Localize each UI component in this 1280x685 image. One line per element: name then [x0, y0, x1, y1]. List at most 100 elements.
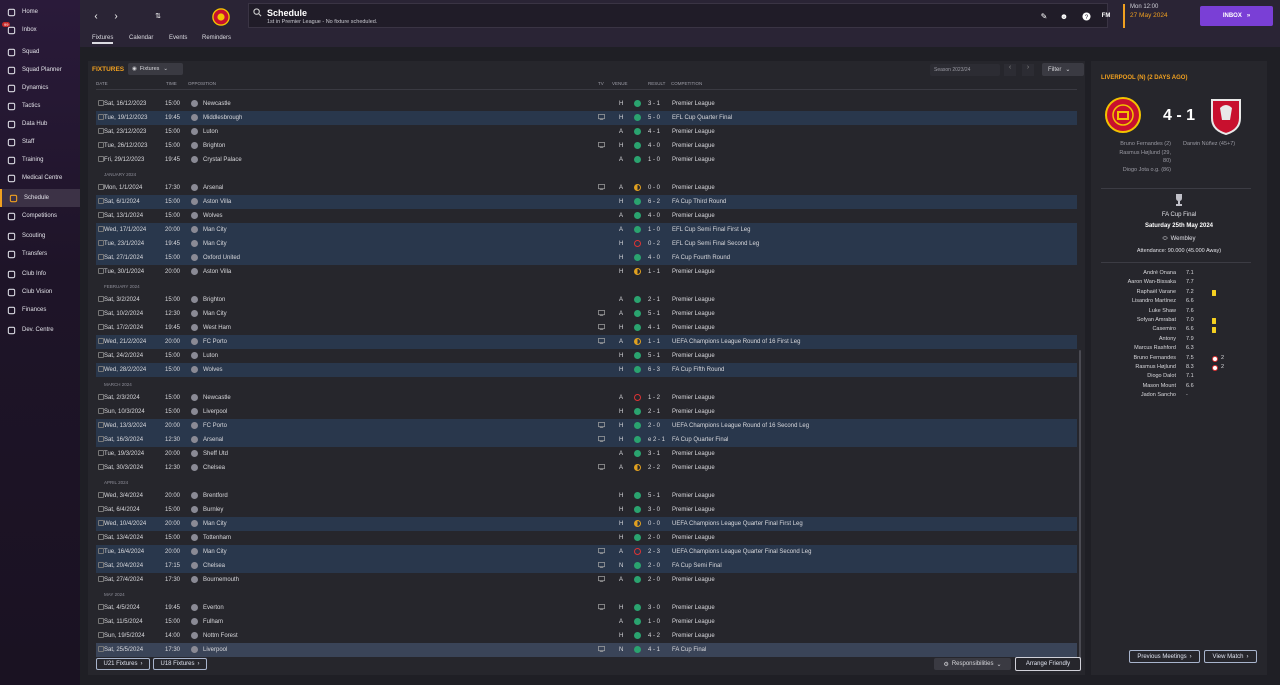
fixture-opponent[interactable]: Man City	[203, 241, 227, 247]
fixture-opponent[interactable]: Wolves	[203, 213, 223, 219]
fixture-competition[interactable]: Premier League	[672, 325, 715, 331]
table-row[interactable]: Sat, 4/5/2024 19:45 Everton H 3 - 0 Premier L…	[96, 601, 1077, 615]
sidebar-item-dev-centre[interactable]: Dev. Centre	[0, 321, 80, 339]
fixture-competition[interactable]: Premier League	[672, 395, 715, 401]
sidebar-item-training[interactable]: Training	[0, 151, 80, 169]
fixture-competition[interactable]: Premier League	[672, 619, 715, 625]
sidebar-item-dynamics[interactable]: Dynamics	[0, 79, 80, 97]
view-match-button[interactable]: View Match ›	[1204, 650, 1257, 663]
fixture-competition[interactable]: FA Cup Fourth Round	[672, 255, 730, 261]
player-rating-row[interactable]: Casemiro 6.6	[1091, 326, 1267, 335]
fixture-opponent[interactable]: Sheff Utd	[203, 451, 228, 457]
fixture-opponent[interactable]: Crystal Palace	[203, 157, 242, 163]
u21-fixtures-button[interactable]: U21 Fixtures ›	[96, 658, 150, 670]
table-row[interactable]: Tue, 19/12/2023 19:45 Middlesbrough H 5 - 0 E…	[96, 111, 1077, 125]
fixture-opponent[interactable]: Everton	[203, 605, 224, 611]
fixture-competition[interactable]: UEFA Champions League Quarter Final Seco…	[672, 549, 811, 555]
sidebar-item-data-hub[interactable]: Data Hub	[0, 115, 80, 133]
fixture-result[interactable]: 6 - 2	[648, 199, 660, 205]
fixture-competition[interactable]: FA Cup Third Round	[672, 199, 726, 205]
sidebar-item-inbox[interactable]: Inbox 99	[0, 21, 80, 39]
fixture-result[interactable]: 5 - 1	[648, 311, 660, 317]
table-row[interactable]: Tue, 16/4/2024 20:00 Man City A 2 - 3 UEFA Ch…	[96, 545, 1077, 559]
fm-menu-button[interactable]: FM	[1098, 8, 1114, 24]
crest-menu-icon[interactable]: ⇅	[150, 8, 166, 24]
table-row[interactable]: Sat, 6/1/2024 15:00 Aston Villa H 6 - 2 FA Cu…	[96, 195, 1077, 209]
fixture-competition[interactable]: FA Cup Fifth Round	[672, 367, 724, 373]
fixture-result[interactable]: 4 - 1	[648, 325, 660, 331]
table-row[interactable]: Wed, 17/1/2024 20:00 Man City A 1 - 0 EFL Cup…	[96, 223, 1077, 237]
fixture-competition[interactable]: FA Cup Semi Final	[672, 563, 722, 569]
player-rating-row[interactable]: Sofyan Amrabat 7.0	[1091, 317, 1267, 326]
fixture-opponent[interactable]: Middlesbrough	[203, 115, 242, 121]
date-widget[interactable]: Mon 12:00 27 May 2024	[1123, 4, 1195, 28]
fixtures-dropdown[interactable]: ◉ Fixtures ⌄	[128, 63, 183, 75]
table-row[interactable]: Sat, 6/4/2024 15:00 Burnley H 3 - 0 Premier L…	[96, 503, 1077, 517]
col-result[interactable]: RESULT	[648, 81, 665, 86]
fixture-opponent[interactable]: Luton	[203, 353, 218, 359]
fixture-competition[interactable]: Premier League	[672, 101, 715, 107]
previous-meetings-button[interactable]: Previous Meetings ›	[1129, 650, 1200, 663]
fixture-result[interactable]: 3 - 0	[648, 507, 660, 513]
fixture-competition[interactable]: Premier League	[672, 143, 715, 149]
sidebar-item-transfers[interactable]: Transfers	[0, 245, 80, 263]
fixture-result[interactable]: 2 - 0	[648, 535, 660, 541]
help-icon[interactable]: ?	[1078, 8, 1094, 24]
fixture-opponent[interactable]: West Ham	[203, 325, 231, 331]
fixture-competition[interactable]: UEFA Champions League Round of 16 First …	[672, 339, 800, 345]
fixture-opponent[interactable]: Aston Villa	[203, 199, 231, 205]
table-row[interactable]: Sun, 19/5/2024 14:00 Nottm Forest H 4 - 2 Pre…	[96, 629, 1077, 643]
fixture-competition[interactable]: Premier League	[672, 605, 715, 611]
table-row[interactable]: Sat, 3/2/2024 15:00 Brighton A 2 - 1 Premier …	[96, 293, 1077, 307]
col-tv[interactable]: TV	[598, 81, 604, 86]
fixture-result[interactable]: 0 - 2	[648, 241, 660, 247]
table-row[interactable]: Sat, 16/3/2024 12:30 Arsenal He 2 - 1 FA Cup…	[96, 433, 1077, 447]
fixture-competition[interactable]: EFL Cup Semi Final Second Leg	[672, 241, 759, 247]
table-row[interactable]: Fri, 29/12/2023 19:45 Crystal Palace A 1 - 0…	[96, 153, 1077, 167]
fixture-result[interactable]: 4 - 1	[648, 129, 660, 135]
table-row[interactable]: Mon, 1/1/2024 17:30 Arsenal A 0 - 0 Premier L…	[96, 181, 1077, 195]
col-time[interactable]: TIME	[166, 81, 177, 86]
inbox-continue-button[interactable]: INBOX »	[1200, 6, 1273, 26]
arrange-friendly-button[interactable]: Arrange Friendly	[1015, 657, 1081, 671]
fixture-opponent[interactable]: Brighton	[203, 297, 225, 303]
fixture-competition[interactable]: Premier League	[672, 157, 715, 163]
sidebar-item-competitions[interactable]: Competitions	[0, 207, 80, 225]
fixture-opponent[interactable]: FC Porto	[203, 423, 227, 429]
fixture-result[interactable]: 3 - 0	[648, 605, 660, 611]
table-row[interactable]: Sat, 13/1/2024 15:00 Wolves A 4 - 0 Premier L…	[96, 209, 1077, 223]
player-rating-row[interactable]: Mason Mount 6.6	[1091, 383, 1267, 392]
fixture-competition[interactable]: Premier League	[672, 577, 715, 583]
player-rating-row[interactable]: Lisandro Martínez 6.6	[1091, 298, 1267, 307]
table-row[interactable]: Wed, 28/2/2024 15:00 Wolves H 6 - 3 FA Cup Fi…	[96, 363, 1077, 377]
fixture-result[interactable]: 6 - 3	[648, 367, 660, 373]
fixture-result[interactable]: 3 - 1	[648, 451, 660, 457]
sidebar-item-club-vision[interactable]: Club Vision	[0, 283, 80, 301]
player-rating-row[interactable]: Raphaël Varane 7.2	[1091, 289, 1267, 298]
home-crest-icon[interactable]	[1105, 95, 1141, 135]
tab-events[interactable]: Events	[169, 35, 187, 41]
table-row[interactable]: Sun, 10/3/2024 15:00 Liverpool H 2 - 1 Premie…	[96, 405, 1077, 419]
table-row[interactable]: Tue, 30/1/2024 20:00 Aston Villa H 1 - 1 Prem…	[96, 265, 1077, 279]
fixture-result[interactable]: 4 - 0	[648, 143, 660, 149]
fixture-opponent[interactable]: Chelsea	[203, 465, 225, 471]
fixture-opponent[interactable]: Burnley	[203, 507, 223, 513]
fixture-opponent[interactable]: Newcastle	[203, 101, 231, 107]
assistant-icon[interactable]: ☻	[1056, 8, 1072, 24]
search-icon[interactable]	[253, 8, 262, 17]
fixture-result[interactable]: e 2 - 1	[648, 437, 665, 443]
table-row[interactable]: Wed, 10/4/2024 20:00 Man City H 0 - 0 UEFA Ch…	[96, 517, 1077, 531]
fixture-competition[interactable]: Premier League	[672, 213, 715, 219]
tab-fixtures[interactable]: Fixtures	[92, 35, 114, 44]
table-row-partial[interactable]	[96, 90, 1077, 95]
table-row[interactable]: Sat, 27/4/2024 17:30 Bournemouth A 2 - 0 Prem…	[96, 573, 1077, 587]
player-rating-row[interactable]: Antony 7.9	[1091, 336, 1267, 345]
sidebar-item-club-info[interactable]: Club Info	[0, 265, 80, 283]
table-row[interactable]: Sat, 27/1/2024 15:00 Oxford United H 4 - 0 FA…	[96, 251, 1077, 265]
fixture-opponent[interactable]: Brighton	[203, 143, 225, 149]
away-crest-icon[interactable]	[1208, 94, 1244, 136]
fixture-opponent[interactable]: Luton	[203, 129, 218, 135]
col-competition[interactable]: COMPETITION	[671, 81, 702, 86]
fixture-opponent[interactable]: Liverpool	[203, 409, 227, 415]
table-row[interactable]: Tue, 26/12/2023 15:00 Brighton H 4 - 0 Premie…	[96, 139, 1077, 153]
